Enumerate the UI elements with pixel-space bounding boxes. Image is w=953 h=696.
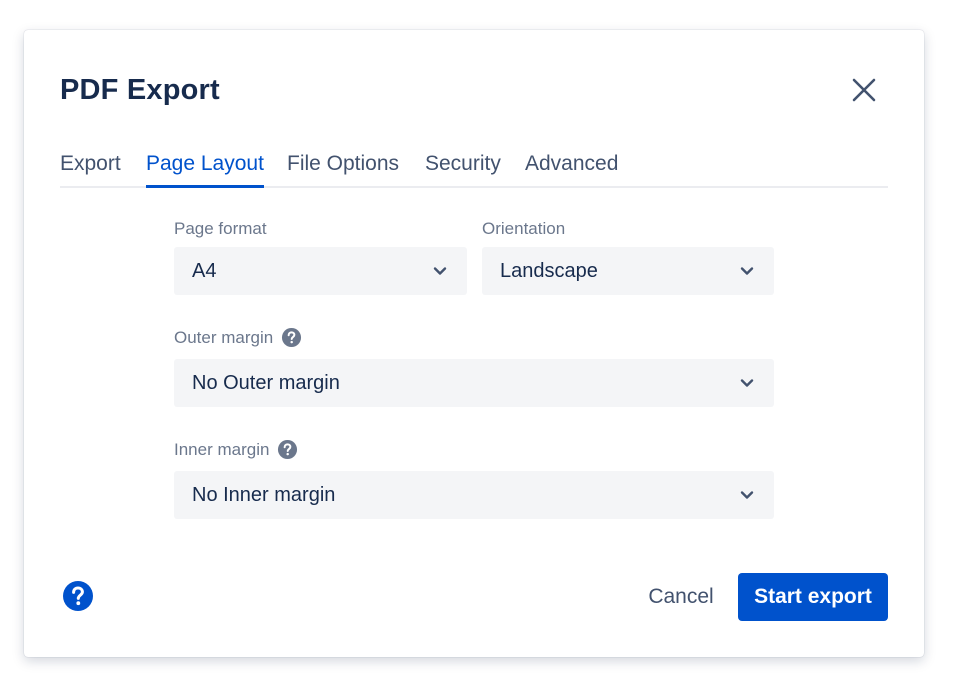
orientation-value: Landscape bbox=[500, 260, 598, 282]
page-format-select[interactable]: A4 bbox=[174, 247, 467, 295]
close-icon bbox=[852, 78, 876, 102]
outer-margin-label: Outer margin bbox=[174, 327, 302, 348]
outer-margin-label-text: Outer margin bbox=[174, 327, 274, 347]
tab-security[interactable]: Security bbox=[425, 152, 501, 185]
close-button[interactable] bbox=[846, 72, 882, 108]
orientation-select[interactable]: Landscape bbox=[482, 247, 774, 295]
page-format-value: A4 bbox=[192, 260, 217, 282]
tab-export[interactable]: Export bbox=[60, 152, 121, 185]
inner-margin-select[interactable]: No Inner margin bbox=[174, 471, 774, 519]
outer-margin-select[interactable]: No Outer margin bbox=[174, 359, 774, 407]
tab-page-layout[interactable]: Page Layout bbox=[146, 152, 264, 188]
orientation-label-text: Orientation bbox=[482, 219, 566, 238]
outer-margin-value: No Outer margin bbox=[192, 372, 340, 394]
help-icon[interactable] bbox=[277, 439, 298, 460]
cancel-button[interactable]: Cancel bbox=[636, 573, 726, 621]
tab-advanced[interactable]: Advanced bbox=[525, 152, 618, 185]
pdf-export-dialog: PDF Export Export Page Layout File Optio… bbox=[24, 30, 924, 657]
dialog-title: PDF Export bbox=[60, 74, 220, 106]
tab-bar: Export Page Layout File Options Security… bbox=[60, 148, 888, 188]
inner-margin-label-text: Inner margin bbox=[174, 439, 270, 459]
tab-file-options[interactable]: File Options bbox=[287, 152, 399, 185]
inner-margin-label: Inner margin bbox=[174, 439, 298, 460]
help-icon[interactable] bbox=[62, 580, 94, 612]
page-format-label-text: Page format bbox=[174, 219, 267, 238]
orientation-label: Orientation bbox=[482, 219, 565, 239]
chevron-down-icon bbox=[740, 379, 754, 387]
chevron-down-icon bbox=[433, 267, 447, 275]
chevron-down-icon bbox=[740, 491, 754, 499]
inner-margin-value: No Inner margin bbox=[192, 484, 336, 506]
page-format-label: Page format bbox=[174, 219, 267, 239]
start-export-button[interactable]: Start export bbox=[738, 573, 888, 621]
chevron-down-icon bbox=[740, 267, 754, 275]
help-icon[interactable] bbox=[281, 327, 302, 348]
